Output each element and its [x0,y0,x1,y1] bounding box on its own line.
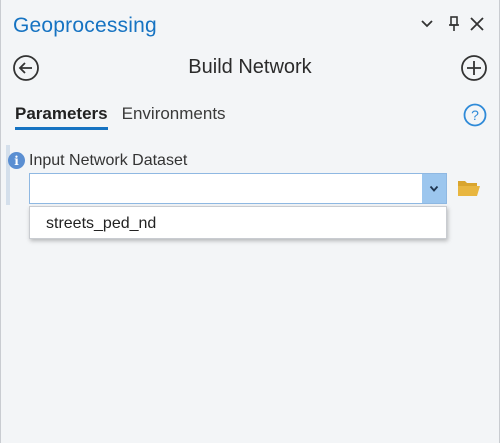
chevron-down-icon [420,19,434,29]
add-circle-icon [460,55,488,86]
browse-button[interactable] [457,178,481,200]
close-icon [469,16,485,32]
input-network-dataset-combobox[interactable] [29,173,447,204]
pane-menu-button[interactable] [416,12,438,36]
tab-environments[interactable]: Environments [122,104,226,130]
dropdown-option[interactable]: streets_ped_nd [46,215,156,233]
dropdown-list: streets_ped_nd [29,206,447,239]
chevron-down-icon [429,180,439,198]
geoprocessing-pane: Geoprocessing Build Network Parameters E… [0,0,500,443]
help-icon: ? [463,103,487,131]
add-to-favorites-button[interactable] [460,54,488,82]
close-button[interactable] [466,12,488,36]
dropdown-arrow-button[interactable] [422,174,446,203]
pin-button[interactable] [443,12,465,36]
svg-text:?: ? [471,107,479,123]
tool-header: Build Network [1,52,499,86]
tab-strip: Parameters Environments [15,104,226,130]
folder-open-icon [457,181,481,202]
tab-parameters[interactable]: Parameters [15,104,108,130]
pane-title: Geoprocessing [13,14,157,37]
help-button[interactable]: ? [463,103,487,127]
info-icon[interactable]: i [8,152,25,169]
pin-icon [448,16,460,32]
pane-title-bar: Geoprocessing [1,0,499,52]
parameter-label: Input Network Dataset [29,152,188,169]
tool-title: Build Network [188,56,312,78]
